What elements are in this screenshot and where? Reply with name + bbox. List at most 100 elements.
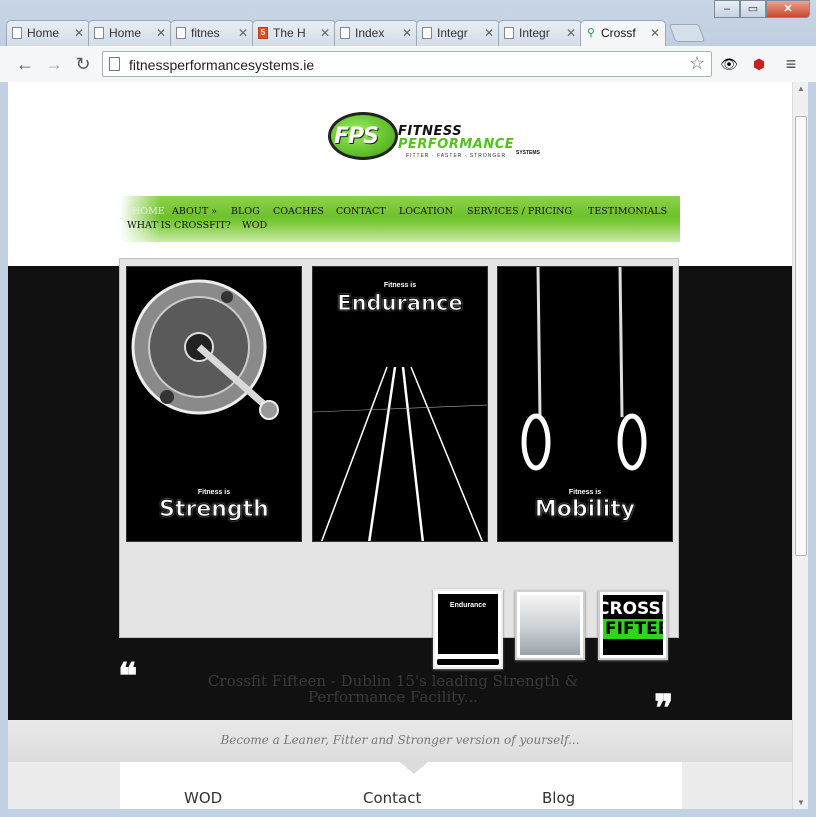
nav-about[interactable]: ABOUT » (172, 206, 217, 217)
slide-caption-word: Mobility (534, 497, 636, 523)
main-nav: HOME ABOUT » BLOG COACHES CONTACT LOCATI… (120, 196, 680, 242)
footer-side-right (682, 762, 792, 809)
crossfit-icon: ⚲ (586, 27, 596, 39)
slide-endurance: Fitness is Endurance (312, 266, 488, 542)
window-frame-left (0, 82, 8, 817)
tab-fitness[interactable]: fitnes ✕ (170, 20, 254, 46)
logo-mark: FPS (334, 124, 379, 149)
new-tab-button[interactable] (668, 24, 706, 42)
tab-close-icon[interactable]: ✕ (74, 26, 84, 40)
tab-label: Home (27, 26, 60, 40)
tab-close-icon[interactable]: ✕ (484, 26, 494, 40)
hero-tagline: Crossfit Fifteen - Dublin 15's leading S… (207, 672, 579, 706)
adblock-stop-icon[interactable]: ⬢ (748, 53, 770, 75)
bookmark-star-icon[interactable]: ☆ (689, 53, 705, 74)
tab-close-icon[interactable]: ✕ (402, 26, 412, 40)
scroll-thumb[interactable] (795, 116, 807, 556)
logo-tagline: FITTER · FASTER · STRONGER (406, 153, 507, 159)
html5-icon: 5 (258, 27, 268, 39)
strapline-text: Become a Leaner, Fitter and Stronger ver… (220, 733, 580, 747)
reload-icon[interactable]: ↻ (72, 53, 94, 75)
tab-close-icon[interactable]: ✕ (320, 26, 330, 40)
tab-close-icon[interactable]: ✕ (566, 26, 576, 40)
nav-wod[interactable]: WOD (242, 220, 267, 231)
thumbnail-caption-line1: CROSSFI (603, 599, 663, 619)
footer-side-left (8, 762, 120, 809)
thumbnail-caption-line2: FIFTEEN (603, 619, 663, 639)
tab-label: Crossf (601, 26, 636, 40)
tab-crossfit[interactable]: ⚲ Crossf ✕ (580, 20, 666, 47)
thumbnail-image: Endurance (438, 594, 498, 654)
close-window-button[interactable]: ✕ (766, 0, 810, 18)
thumbnail-caption: Endurance (449, 602, 487, 609)
forward-arrow-icon[interactable]: → (43, 53, 65, 75)
gym-photo-image (520, 595, 580, 655)
tab-strip: Home ✕ Home ✕ fitnes ✕ 5 The H ✕ Index ✕… (6, 20, 726, 47)
site-logo[interactable]: FPS FITNESS PERFORMANCE FITTER · FASTER … (320, 102, 546, 172)
maximize-button[interactable]: ▭ (740, 0, 766, 18)
slider-thumbnail-gym[interactable] (515, 590, 585, 660)
strapline-bar: Become a Leaner, Fitter and Stronger ver… (8, 720, 792, 762)
page-icon (340, 27, 350, 39)
tab-html5[interactable]: 5 The H ✕ (252, 20, 336, 46)
tab-integr-1[interactable]: Integr ✕ (416, 20, 500, 46)
tab-label: Index (355, 26, 385, 40)
slide-caption-top: Fitness is (383, 282, 417, 289)
nav-coaches[interactable]: COACHES (273, 206, 324, 217)
tab-home-1[interactable]: Home ✕ (6, 20, 90, 46)
window-frame-bottom (0, 809, 816, 817)
tab-integr-2[interactable]: Integr ✕ (498, 20, 582, 46)
page-viewport: FPS FITNESS PERFORMANCE FITTER · FASTER … (8, 82, 792, 809)
menu-icon[interactable]: ≡ (780, 53, 802, 75)
nav-services-pricing[interactable]: SERVICES / PRICING (467, 206, 572, 217)
logo-systems: SYSTEMS (516, 150, 540, 156)
tab-index[interactable]: Index ✕ (334, 20, 418, 46)
nav-location[interactable]: LOCATION (399, 206, 453, 217)
nav-contact[interactable]: CONTACT (336, 206, 386, 217)
slide-caption-word: Endurance (337, 291, 463, 316)
tab-close-icon[interactable]: ✕ (238, 26, 248, 40)
url-text[interactable]: fitnessperformancesystems.ie (129, 57, 314, 73)
nav-testimonials[interactable]: TESTIMONIALS (588, 206, 667, 217)
window-controls: – ▭ ✕ (714, 0, 810, 20)
footer-link-wod[interactable]: WOD (184, 789, 222, 807)
browser-toolbar: ← → ↻ fitnessperformancesystems.ie ☆ 👁 ⬢… (0, 46, 816, 82)
slide-caption-word: Strength (159, 497, 270, 523)
tab-label: fitnes (191, 26, 220, 40)
slider-thumbnail-crossfit[interactable]: CROSSFI FIFTEEN (598, 590, 668, 660)
tab-label: Home (109, 26, 142, 40)
slide-strength: Fitness is Strength (126, 266, 302, 542)
slide-caption-top: Fitness is (197, 489, 231, 496)
open-quote-icon: ❝ (118, 655, 138, 697)
scroll-down-icon[interactable]: ▼ (797, 798, 805, 807)
page-icon (176, 27, 186, 39)
tab-close-icon[interactable]: ✕ (156, 26, 166, 40)
slide-caption-top: Fitness is (568, 489, 602, 496)
page-icon (109, 57, 120, 71)
back-arrow-icon[interactable]: ← (14, 53, 36, 75)
page-icon (94, 27, 104, 39)
strapline-pointer (400, 762, 428, 774)
scroll-up-icon[interactable]: ▲ (797, 84, 805, 93)
nav-home[interactable]: HOME (132, 206, 165, 217)
tab-label: Integr (437, 26, 468, 40)
nav-blog[interactable]: BLOG (231, 206, 260, 217)
tab-close-icon[interactable]: ✕ (650, 26, 660, 40)
nav-what-is-crossfit[interactable]: WHAT IS CROSSFIT? (127, 220, 231, 231)
tab-label: The H (273, 26, 306, 40)
extension-eye-icon[interactable]: 👁 (718, 53, 740, 75)
slider-thumbnail-endurance[interactable]: Endurance (433, 589, 503, 669)
minimize-button[interactable]: – (714, 0, 740, 18)
slide-mobility: Fitness is Mobility (497, 266, 673, 542)
page-icon (422, 27, 432, 39)
tab-label: Integr (519, 26, 550, 40)
address-bar[interactable]: fitnessperformancesystems.ie ☆ (102, 51, 712, 77)
tab-home-2[interactable]: Home ✕ (88, 20, 172, 46)
crossfit-fifteen-image: CROSSFI FIFTEEN (603, 595, 663, 655)
image-slider[interactable]: Fitness is Strength Fitness is Endurance (119, 258, 679, 638)
footer-link-blog[interactable]: Blog (542, 789, 575, 807)
footer-link-contact[interactable]: Contact (363, 789, 421, 807)
browser-chrome: – ▭ ✕ Home ✕ Home ✕ fitnes ✕ 5 The H ✕ I… (0, 0, 816, 82)
vertical-scrollbar[interactable]: ▲ ▼ (792, 82, 808, 809)
logo-word-performance: PERFORMANCE (398, 137, 515, 152)
